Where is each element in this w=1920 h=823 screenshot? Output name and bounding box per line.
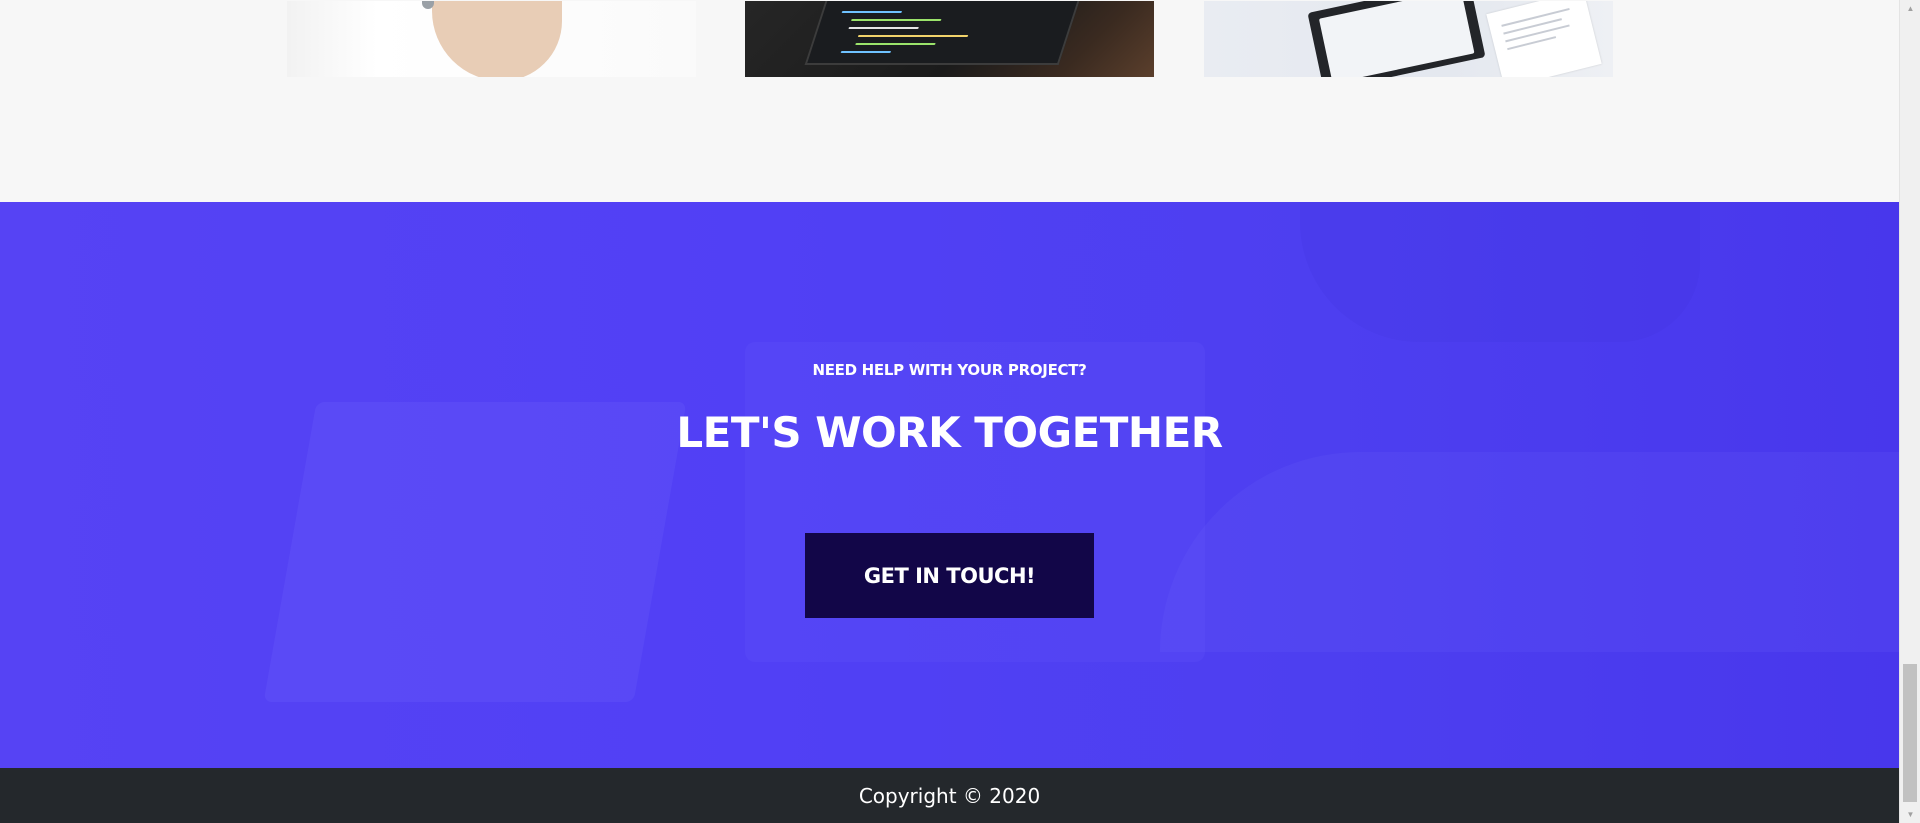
code-line bbox=[840, 51, 892, 53]
laptop-screen-image-shape bbox=[804, 1, 1080, 65]
portfolio-thumbnail-laptop[interactable] bbox=[745, 1, 1154, 77]
cta-eyebrow: NEED HELP WITH YOUR PROJECT? bbox=[812, 361, 1087, 379]
copyright-text: Copyright © 2020 bbox=[858, 783, 1041, 808]
scroll-down-arrow-icon[interactable]: ▼ bbox=[1900, 806, 1920, 823]
paper-text-line bbox=[1503, 18, 1562, 35]
code-line bbox=[857, 35, 969, 37]
code-line bbox=[855, 43, 936, 45]
scrollbar-thumb[interactable] bbox=[1903, 664, 1917, 802]
call-to-action-section: NEED HELP WITH YOUR PROJECT? LET'S WORK … bbox=[0, 202, 1899, 768]
page: NEED HELP WITH YOUR PROJECT? LET'S WORK … bbox=[0, 0, 1899, 823]
footer: Copyright © 2020 bbox=[0, 768, 1899, 823]
hand-image-shape bbox=[432, 1, 562, 77]
portfolio-thumbnail-tablet[interactable] bbox=[1204, 1, 1613, 77]
tablet-image-shape bbox=[1307, 1, 1486, 77]
scroll-up-arrow-icon[interactable]: ▲ bbox=[1900, 0, 1920, 17]
portfolio-thumbnail-hand[interactable] bbox=[287, 1, 696, 77]
background-desk-shape bbox=[1160, 452, 1899, 652]
cta-heading: LET'S WORK TOGETHER bbox=[676, 408, 1223, 457]
code-line bbox=[848, 27, 919, 29]
get-in-touch-button[interactable]: GET IN TOUCH! bbox=[805, 533, 1094, 618]
code-line bbox=[850, 19, 942, 21]
vertical-scrollbar[interactable]: ▲ ▼ bbox=[1899, 0, 1920, 823]
tablet-screen-image-shape bbox=[1318, 1, 1475, 77]
paper-image-shape bbox=[1486, 1, 1602, 77]
portfolio-section bbox=[0, 0, 1899, 202]
background-arm-shape bbox=[1300, 202, 1700, 342]
code-line bbox=[841, 11, 903, 13]
